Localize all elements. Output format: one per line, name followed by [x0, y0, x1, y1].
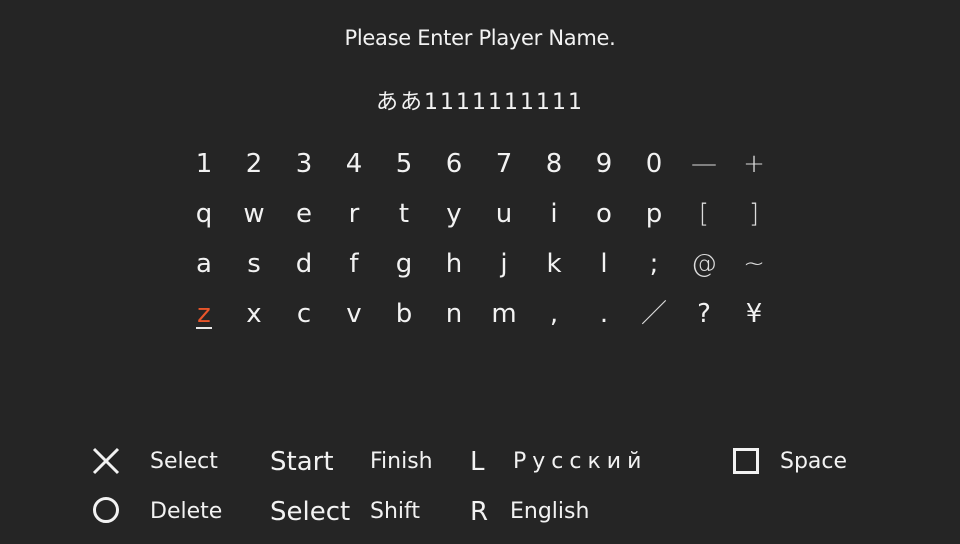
- key[interactable]: v: [329, 289, 379, 339]
- key[interactable]: u: [479, 189, 529, 239]
- key[interactable]: 0: [629, 139, 679, 189]
- key[interactable]: w: [229, 189, 279, 239]
- key[interactable]: a: [179, 239, 229, 289]
- cross-action-label: Select: [150, 449, 218, 474]
- r-action-label: English: [510, 499, 590, 524]
- key-selected[interactable]: z: [179, 289, 229, 339]
- key[interactable]: 5: [379, 139, 429, 189]
- key[interactable]: 3: [279, 139, 329, 189]
- keyboard-row-zxcv: z x c v b n m , . ／ ? ¥: [179, 289, 779, 339]
- cross-icon: [92, 447, 120, 475]
- select-button-label: Select: [270, 497, 351, 527]
- key-plus[interactable]: +: [729, 139, 779, 189]
- key[interactable]: g: [379, 239, 429, 289]
- l-button-label: L: [470, 447, 485, 477]
- key[interactable]: 2: [229, 139, 279, 189]
- key[interactable]: e: [279, 189, 329, 239]
- key[interactable]: 7: [479, 139, 529, 189]
- key[interactable]: s: [229, 239, 279, 289]
- selected-key-label: z: [196, 299, 212, 329]
- keyboard-row-qwerty: q w e r t y u i o p [ ]: [179, 189, 779, 239]
- key-right-bracket[interactable]: ]: [729, 189, 779, 239]
- circle-icon: [93, 497, 119, 523]
- button-guide: Select Start Finish L Русский Space Dele…: [0, 440, 960, 540]
- key[interactable]: t: [379, 189, 429, 239]
- key[interactable]: r: [329, 189, 379, 239]
- on-screen-keyboard: 1 2 3 4 5 6 7 8 9 0 — + q w e r t y u i …: [179, 139, 779, 339]
- keyboard-row-numbers: 1 2 3 4 5 6 7 8 9 0 — +: [179, 139, 779, 189]
- keyboard-row-asdf: a s d f g h j k l ; @ ~: [179, 239, 779, 289]
- key[interactable]: 6: [429, 139, 479, 189]
- key[interactable]: h: [429, 239, 479, 289]
- key[interactable]: 1: [179, 139, 229, 189]
- l-action-label: Русский: [513, 449, 648, 474]
- key[interactable]: 8: [529, 139, 579, 189]
- select-action-label: Shift: [370, 499, 421, 524]
- circle-action-label: Delete: [150, 499, 223, 524]
- square-icon: [733, 448, 759, 474]
- key[interactable]: c: [279, 289, 329, 339]
- key[interactable]: j: [479, 239, 529, 289]
- player-name-input[interactable]: ああ1111111111: [0, 84, 960, 116]
- r-button-label: R: [470, 497, 489, 527]
- key-tilde[interactable]: ~: [729, 239, 779, 289]
- key[interactable]: .: [579, 289, 629, 339]
- key-left-bracket[interactable]: [: [679, 189, 729, 239]
- start-action-label: Finish: [370, 449, 433, 474]
- key[interactable]: m: [479, 289, 529, 339]
- key-minus[interactable]: —: [679, 139, 729, 189]
- start-button-label: Start: [270, 447, 334, 477]
- key[interactable]: l: [579, 239, 629, 289]
- key[interactable]: b: [379, 289, 429, 339]
- key[interactable]: p: [629, 189, 679, 239]
- key[interactable]: f: [329, 239, 379, 289]
- key[interactable]: k: [529, 239, 579, 289]
- key[interactable]: ¥: [729, 289, 779, 339]
- key[interactable]: n: [429, 289, 479, 339]
- square-action-label: Space: [780, 449, 848, 474]
- key-at[interactable]: @: [679, 239, 729, 289]
- key[interactable]: x: [229, 289, 279, 339]
- key[interactable]: ;: [629, 239, 679, 289]
- page-title: Please Enter Player Name.: [344, 26, 616, 50]
- key[interactable]: d: [279, 239, 329, 289]
- key[interactable]: y: [429, 189, 479, 239]
- key[interactable]: ,: [529, 289, 579, 339]
- key[interactable]: i: [529, 189, 579, 239]
- key[interactable]: ?: [679, 289, 729, 339]
- key[interactable]: q: [179, 189, 229, 239]
- key-slash[interactable]: ／: [629, 289, 679, 339]
- key[interactable]: 9: [579, 139, 629, 189]
- key[interactable]: o: [579, 189, 629, 239]
- key[interactable]: 4: [329, 139, 379, 189]
